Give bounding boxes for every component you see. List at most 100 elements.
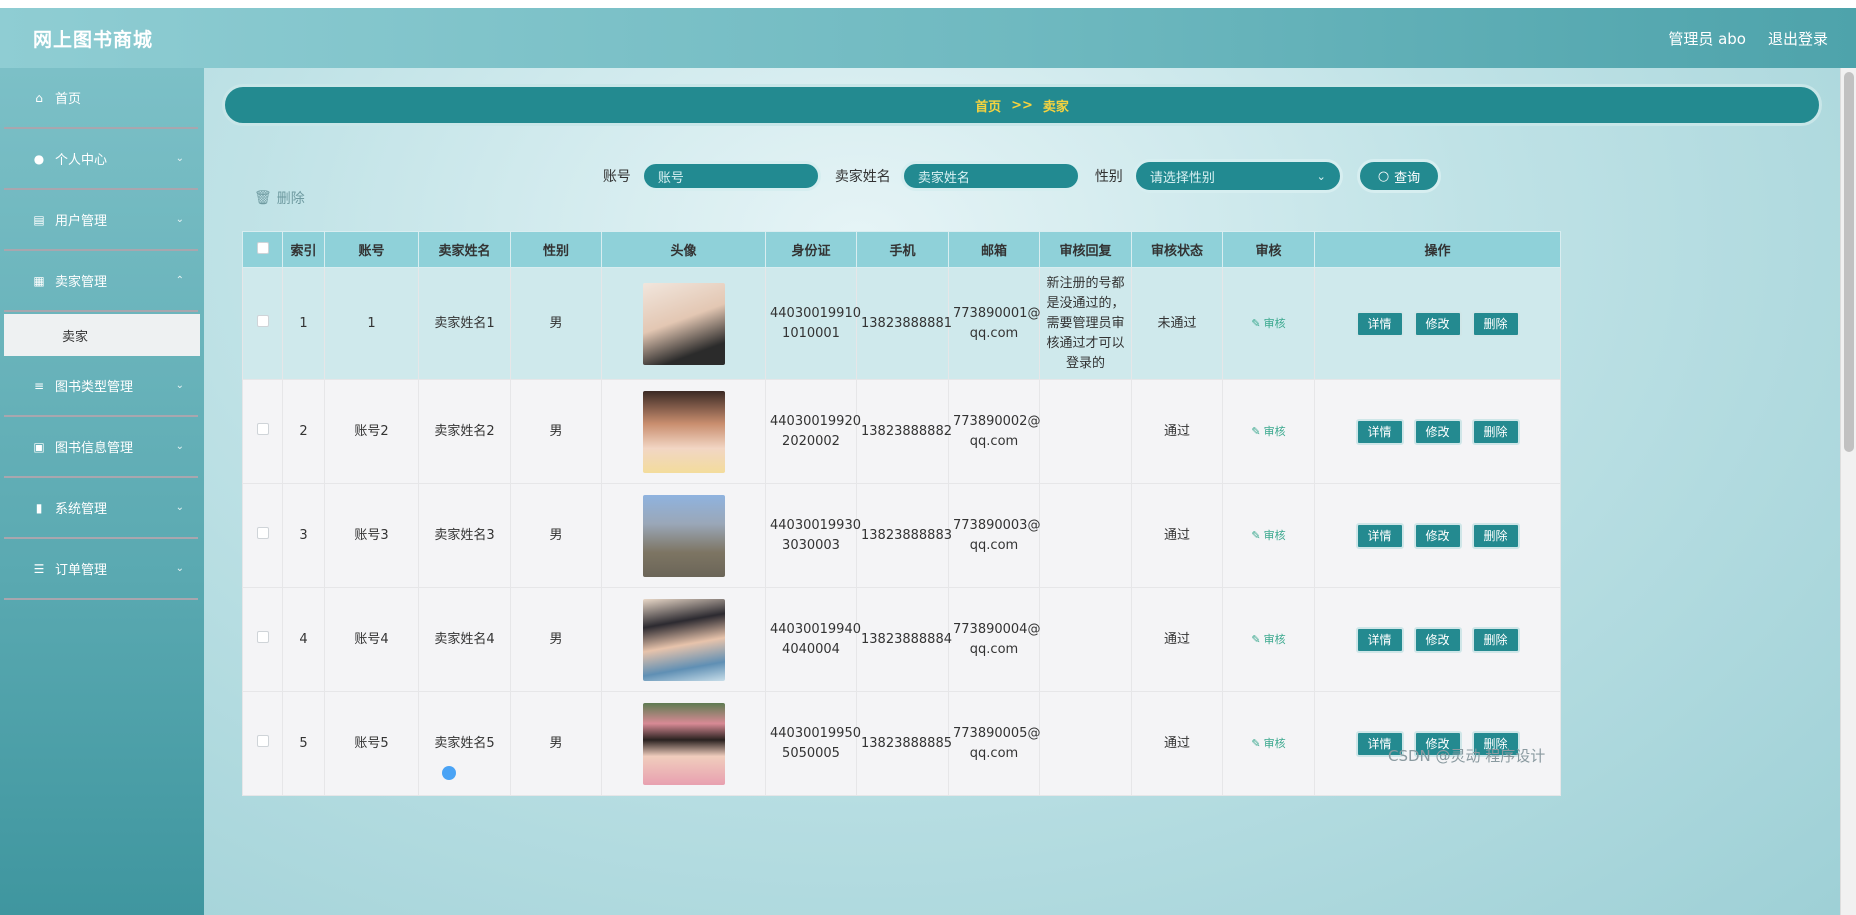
audit-cell: ✎ 审核 xyxy=(1222,691,1315,796)
email-cell: 773890002@ qq.com xyxy=(948,379,1040,484)
list-icon: ☰ xyxy=(33,561,45,576)
account-cell: 账号2 xyxy=(324,379,419,484)
actions-cell: 详情 修改 删除 xyxy=(1314,483,1561,588)
column-header: 操作 xyxy=(1314,231,1561,268)
audit-link-label: 审核 xyxy=(1263,528,1286,542)
index-cell: 4 xyxy=(282,587,325,692)
avatar-cell xyxy=(601,483,766,588)
row-checkbox[interactable] xyxy=(256,314,269,327)
avatar xyxy=(642,390,725,473)
query-button[interactable]: ○ 查询 xyxy=(1356,159,1442,193)
edit-button[interactable]: 修改 xyxy=(1413,522,1462,549)
row-select-cell xyxy=(242,691,283,796)
avatar-cell xyxy=(601,691,766,796)
audit-link[interactable]: ✎ 审核 xyxy=(1251,422,1285,442)
home-icon: ⌂ xyxy=(35,90,43,105)
detail-button[interactable]: 详情 xyxy=(1355,626,1404,653)
column-header: 审核回复 xyxy=(1039,231,1132,268)
select-all-cell xyxy=(242,231,283,268)
audit-link[interactable]: ✎ 审核 xyxy=(1251,526,1285,546)
email-line: qq.com xyxy=(969,745,1019,761)
delete-button[interactable]: 删除 xyxy=(1471,418,1520,445)
sidebar-item-system-management[interactable]: ▮ 系统管理 ⌄ xyxy=(4,478,198,539)
table-row: 4 账号4 卖家姓名4 男 44030019940 4040004 1382388… xyxy=(242,587,1561,692)
audit-status-cell: 通过 xyxy=(1131,691,1223,796)
detail-button[interactable]: 详情 xyxy=(1355,418,1404,445)
sidebar-subitem-seller[interactable]: 卖家 xyxy=(4,314,200,356)
admin-user-label[interactable]: 管理员 abo xyxy=(1668,28,1746,49)
gender-cell: 男 xyxy=(510,379,602,484)
delete-button[interactable]: 删除 xyxy=(1471,626,1520,653)
delete-button[interactable]: 删除 xyxy=(1471,310,1520,337)
sidebar-item-book-type-management[interactable]: ≡ 图书类型管理 ⌄ xyxy=(4,356,198,417)
batch-delete-button[interactable]: 🗑 删除 xyxy=(254,188,305,208)
column-header: 卖家姓名 xyxy=(418,231,511,268)
delete-button[interactable]: 删除 xyxy=(1471,522,1520,549)
audit-link[interactable]: ✎ 审核 xyxy=(1251,630,1285,650)
chevron-down-icon: ⌄ xyxy=(1316,169,1326,183)
sidebar-item-label: 卖家管理 xyxy=(55,275,108,290)
sidebar-item-personal-center[interactable]: ● 个人中心 ⌄ xyxy=(4,129,198,190)
logout-link[interactable]: 退出登录 xyxy=(1768,28,1828,49)
batch-delete-label: 删除 xyxy=(276,191,305,207)
edit-button[interactable]: 修改 xyxy=(1413,626,1462,653)
sidebar-item-home[interactable]: ⌂ 首页 xyxy=(4,68,198,129)
detail-button[interactable]: 详情 xyxy=(1355,522,1404,549)
table-body: 1 1 卖家姓名1 男 44030019910 1010001 138238888… xyxy=(242,267,1561,796)
top-header: 网上图书商城 管理员 abo 退出登录 xyxy=(0,8,1856,68)
edit-button[interactable]: 修改 xyxy=(1413,418,1462,445)
phone-cell: 13823888884 xyxy=(856,587,952,692)
account-search-input[interactable]: 账号 xyxy=(640,161,821,191)
avatar xyxy=(642,702,725,785)
id-card-line: 1010001 xyxy=(782,325,840,341)
vertical-scrollbar[interactable] xyxy=(1840,68,1856,915)
table-row: 1 1 卖家姓名1 男 44030019910 1010001 138238888… xyxy=(242,267,1561,380)
row-checkbox[interactable] xyxy=(256,526,269,539)
search-icon: ○ xyxy=(1377,168,1390,184)
seller-name-cell: 卖家姓名2 xyxy=(418,379,511,484)
actions-cell: 详情 修改 删除 xyxy=(1314,691,1561,796)
edit-button[interactable]: 修改 xyxy=(1413,310,1462,337)
row-checkbox[interactable] xyxy=(256,422,269,435)
audit-link[interactable]: ✎ 审核 xyxy=(1251,314,1285,334)
avatar xyxy=(642,494,725,577)
grid-icon: ▦ xyxy=(33,273,45,288)
id-card-cell: 44030019920 2020002 xyxy=(765,379,861,484)
id-card-line: 44030019920 xyxy=(770,413,861,429)
audit-link-label: 审核 xyxy=(1263,632,1286,646)
breadcrumb-home[interactable]: 首页 xyxy=(975,96,1001,115)
phone-cell: 13823888881 xyxy=(856,267,952,380)
sidebar-item-order-management[interactable]: ☰ 订单管理 ⌄ xyxy=(4,539,198,600)
audit-status-cell: 未通过 xyxy=(1131,267,1223,380)
audit-link-label: 审核 xyxy=(1263,316,1286,330)
avatar-cell xyxy=(601,267,766,380)
user-manage-icon: ▤ xyxy=(33,212,45,227)
account-cell: 账号4 xyxy=(324,587,419,692)
avatar-cell xyxy=(601,379,766,484)
row-select-cell xyxy=(242,267,283,380)
edit-icon: ✎ xyxy=(1251,316,1261,330)
edit-icon: ✎ xyxy=(1251,528,1261,542)
row-select-cell xyxy=(242,379,283,484)
seller-name-search-input[interactable]: 卖家姓名 xyxy=(900,161,1081,191)
gender-cell: 男 xyxy=(510,483,602,588)
chevron-up-icon: ⌃ xyxy=(175,275,184,286)
chevron-down-icon: ⌄ xyxy=(175,214,184,225)
gender-select[interactable]: 请选择性别 ⌄ xyxy=(1132,159,1343,193)
sidebar-item-book-info-management[interactable]: ▣ 图书信息管理 ⌄ xyxy=(4,417,198,478)
query-button-label: 查询 xyxy=(1394,170,1421,186)
select-all-checkbox[interactable] xyxy=(256,241,269,254)
scrollbar-thumb[interactable] xyxy=(1844,72,1854,452)
audit-status-cell: 通过 xyxy=(1131,379,1223,484)
detail-button[interactable]: 详情 xyxy=(1355,310,1404,337)
column-header: 邮箱 xyxy=(948,231,1040,268)
audit-link[interactable]: ✎ 审核 xyxy=(1251,734,1285,754)
seller-table: 索引 账号 卖家姓名 性别 头像 身份证 手机 邮箱 审核回复 审核状态 审核 … xyxy=(242,231,1561,796)
row-checkbox[interactable] xyxy=(256,734,269,747)
email-cell: 773890004@ qq.com xyxy=(948,587,1040,692)
sidebar-item-seller-management[interactable]: ▦ 卖家管理 ⌃ xyxy=(4,251,198,312)
sidebar-item-user-management[interactable]: ▤ 用户管理 ⌄ xyxy=(4,190,198,251)
audit-reply-cell: 新注册的号都是没通过的，需要管理员审核通过才可以登录的 xyxy=(1039,267,1132,380)
row-select-cell xyxy=(242,587,283,692)
row-checkbox[interactable] xyxy=(256,630,269,643)
